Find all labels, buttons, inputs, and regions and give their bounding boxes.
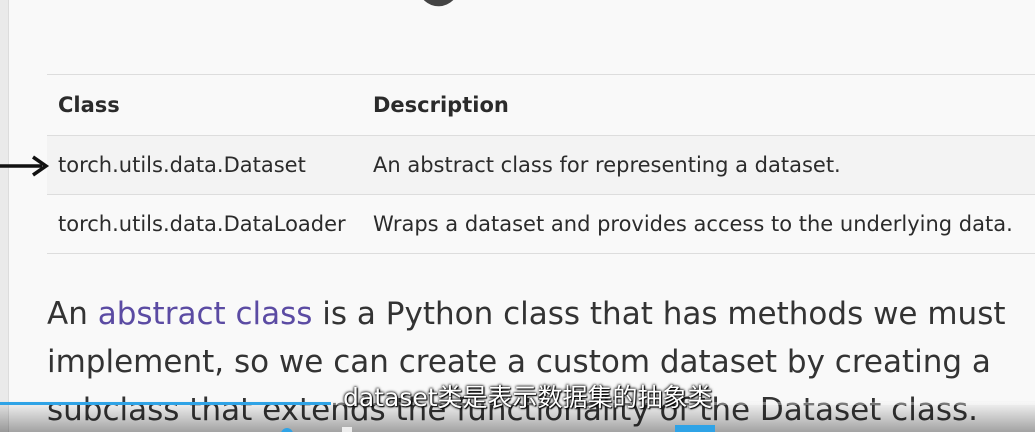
class-name-cell: torch.utils.data.Dataset (47, 135, 362, 195)
description-cell: An abstract class for representing a dat… (362, 135, 1035, 195)
settings-icon[interactable] (340, 424, 354, 432)
column-header-description: Description (362, 74, 1035, 136)
video-progress-fill (0, 402, 332, 405)
table-row: torch.utils.data.Dataset An abstract cla… (47, 135, 1035, 195)
table-header-row: Class Description (47, 74, 1035, 136)
description-cell: Wraps a dataset and provides access to t… (362, 194, 1035, 254)
replay-icon[interactable] (280, 424, 294, 432)
api-table-container: Class Description torch.utils.data.Datas… (47, 74, 1035, 254)
page-left-border (0, 0, 9, 432)
quality-selector-icon[interactable] (675, 424, 715, 432)
class-name-cell: torch.utils.data.DataLoader (47, 194, 362, 254)
video-subtitle: dataset类是表示数据集的抽象类 (343, 383, 713, 412)
pointer-arrow-icon (0, 155, 50, 177)
abstract-class-link[interactable]: abstract class (98, 296, 313, 332)
column-header-class: Class (47, 74, 362, 136)
api-table: Class Description torch.utils.data.Datas… (47, 74, 1035, 254)
logo-icon (423, 0, 454, 7)
paragraph-prefix: An (47, 296, 98, 332)
table-row: torch.utils.data.DataLoader Wraps a data… (47, 194, 1035, 254)
page: Class Description torch.utils.data.Datas… (0, 0, 1035, 432)
